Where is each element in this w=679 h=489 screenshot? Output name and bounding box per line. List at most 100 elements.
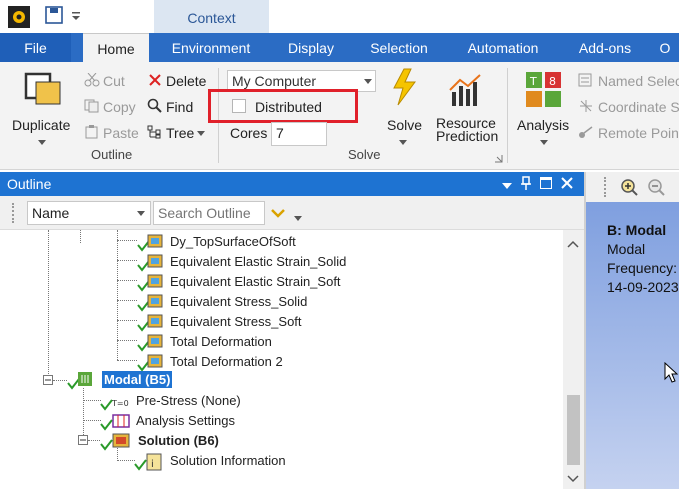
- tab-environment[interactable]: Environment: [160, 33, 262, 62]
- copy-button[interactable]: Copy: [103, 99, 136, 115]
- svg-text:T=0: T=0: [111, 399, 129, 408]
- tab-display[interactable]: Display: [278, 33, 344, 62]
- delete-icon: [148, 73, 162, 87]
- tree-item-label: Dy_TopSurfaceOfSoft: [170, 234, 296, 249]
- cut-icon: [84, 72, 100, 87]
- tab-home[interactable]: Home: [83, 33, 149, 62]
- paste-button[interactable]: Paste: [103, 125, 139, 141]
- duplicate-button[interactable]: Duplicate: [12, 117, 70, 133]
- maximize-icon[interactable]: [540, 177, 552, 189]
- named-selection-button[interactable]: Named Selec: [598, 73, 679, 89]
- viewer-line-3: 14-09-2023: [607, 279, 679, 295]
- save-icon[interactable]: [44, 5, 64, 25]
- tree-item[interactable]: Total Deformation 2: [134, 353, 534, 373]
- viewer-line-1: Modal: [607, 241, 646, 257]
- tree-item-label: Equivalent Stress_Soft: [170, 314, 302, 329]
- analysis-dropdown-icon[interactable]: [540, 140, 548, 145]
- duplicate-dropdown-icon[interactable]: [38, 140, 46, 145]
- coordinate-system-icon: [578, 99, 594, 113]
- remote-point-button[interactable]: Remote Poin: [598, 125, 679, 141]
- scrollbar-thumb[interactable]: [567, 395, 580, 465]
- cores-input[interactable]: 7: [271, 122, 327, 146]
- context-tab[interactable]: Context: [154, 0, 269, 33]
- delete-button[interactable]: Delete: [166, 73, 206, 89]
- outline-panel-header: Outline: [0, 172, 584, 196]
- ribbon-separator: [507, 68, 508, 163]
- tree-item[interactable]: Equivalent Stress_Soft: [134, 313, 534, 333]
- remote-point-icon: [578, 125, 594, 139]
- analysis-icon[interactable]: T8: [524, 70, 564, 110]
- solve-group-label: Solve: [348, 147, 381, 162]
- name-filter-select[interactable]: Name: [27, 201, 151, 225]
- outline-panel-title: Outline: [7, 176, 52, 192]
- close-icon[interactable]: [561, 177, 573, 189]
- solve-lightning-icon[interactable]: [390, 68, 418, 106]
- tab-add-ons[interactable]: Add-ons: [568, 33, 642, 62]
- scroll-down-icon[interactable]: [567, 471, 579, 483]
- title-bar: [0, 0, 679, 33]
- pin-icon[interactable]: [520, 176, 532, 190]
- toolbar-grip-icon: [604, 177, 608, 197]
- tree-item-modal[interactable]: Modal (B5): [64, 371, 464, 391]
- resource-prediction-button[interactable]: Resource Prediction: [436, 116, 498, 143]
- tree-item[interactable]: Equivalent Stress_Solid: [134, 293, 534, 313]
- tree-item[interactable]: Analysis Settings: [98, 412, 398, 432]
- tree-item[interactable]: T=0 Pre-Stress (None): [98, 392, 398, 412]
- tree-item[interactable]: Equivalent Elastic Strain_Solid: [134, 253, 534, 273]
- tab-selection[interactable]: Selection: [360, 33, 438, 62]
- svg-text:i: i: [151, 459, 154, 470]
- solution-icon: [98, 432, 134, 455]
- tree-item-label: Modal (B5): [102, 371, 173, 388]
- tree-item[interactable]: i Solution Information: [132, 452, 432, 472]
- app-gear-icon[interactable]: [8, 6, 30, 28]
- cut-button[interactable]: Cut: [103, 73, 125, 89]
- collapse-toggle-icon[interactable]: [78, 435, 88, 445]
- find-button[interactable]: Find: [166, 99, 193, 115]
- tree-dropdown-icon[interactable]: [197, 131, 205, 136]
- duplicate-icon[interactable]: [24, 72, 62, 106]
- search-options-chevron-icon[interactable]: [270, 206, 286, 218]
- quick-access-dropdown-icon[interactable]: [71, 10, 81, 20]
- coordinate-system-button[interactable]: Coordinate S: [598, 99, 679, 115]
- graphics-viewport[interactable]: B: Modal Modal Frequency: 14-09-2023: [586, 202, 679, 489]
- resource-prediction-chart-icon[interactable]: [448, 72, 482, 108]
- toolbar-grip-icon: [12, 203, 16, 223]
- tree-icon: [147, 125, 163, 139]
- tree-item-label: Equivalent Elastic Strain_Soft: [170, 274, 341, 289]
- search-outline-input[interactable]: [153, 201, 265, 225]
- tree-item[interactable]: Total Deformation: [134, 333, 534, 353]
- tree-item-label: Solution Information: [170, 453, 286, 468]
- tree-item[interactable]: Equivalent Elastic Strain_Soft: [134, 273, 534, 293]
- dialog-launcher-icon[interactable]: [495, 151, 503, 163]
- analysis-button[interactable]: Analysis: [517, 117, 569, 133]
- tree-item-label: Solution (B6): [138, 433, 219, 448]
- tree-item-label: Analysis Settings: [136, 413, 235, 428]
- svg-text:T: T: [529, 75, 537, 88]
- tree-line: [83, 388, 84, 441]
- svg-text:8: 8: [549, 75, 556, 88]
- name-filter-chevron-icon: [137, 211, 145, 216]
- scroll-up-icon[interactable]: [567, 236, 579, 248]
- solve-dropdown-icon[interactable]: [399, 140, 407, 145]
- tree-item-solution[interactable]: Solution (B6): [98, 432, 398, 452]
- tree-item[interactable]: Dy_TopSurfaceOfSoft: [134, 233, 534, 253]
- tree-line: [48, 230, 49, 382]
- zoom-out-icon[interactable]: [647, 178, 665, 196]
- tab-file[interactable]: File: [0, 33, 71, 62]
- copy-icon: [84, 99, 100, 113]
- tab-automation[interactable]: Automation: [454, 33, 552, 62]
- collapse-toggle-icon[interactable]: [43, 375, 53, 385]
- tree-line: [80, 230, 81, 243]
- tab-overflow[interactable]: O: [651, 33, 679, 62]
- outline-group-label: Outline: [91, 147, 133, 162]
- tree-item-label: Equivalent Stress_Solid: [170, 294, 308, 309]
- solve-button[interactable]: Solve: [387, 117, 422, 133]
- tree-button[interactable]: Tree: [166, 125, 194, 141]
- modal-analysis-icon: [64, 371, 100, 394]
- zoom-in-icon[interactable]: [620, 178, 638, 196]
- viewer-line-2: Frequency:: [607, 260, 678, 276]
- panel-menu-icon[interactable]: [502, 179, 512, 189]
- toolbar-overflow-icon[interactable]: [294, 216, 302, 221]
- tree-item-label: Equivalent Elastic Strain_Solid: [170, 254, 347, 269]
- mouse-cursor-icon: [664, 361, 679, 384]
